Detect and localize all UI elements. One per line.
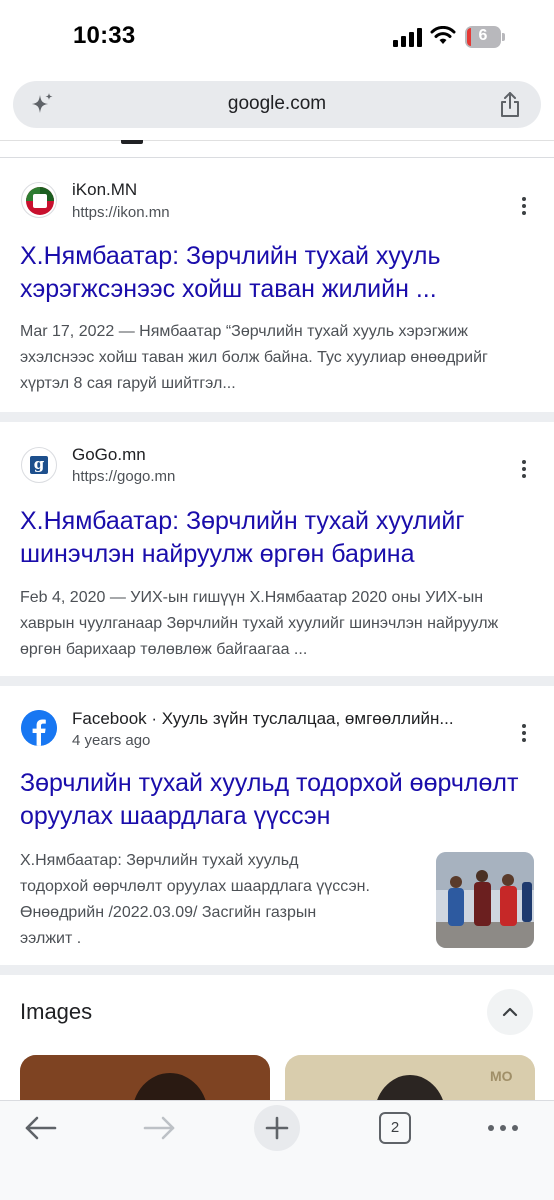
result-snippet: Mar 17, 2022 — Нямбаатар “Зөрчлийн тухай…	[20, 323, 488, 392]
forward-arrow-icon[interactable]	[140, 1108, 178, 1148]
gogo-favicon: g	[21, 447, 57, 483]
battery-level: 6	[478, 27, 488, 44]
tab-switcher-button[interactable]: 2	[379, 1112, 411, 1144]
status-time: 10:33	[73, 22, 136, 49]
more-vert-icon[interactable]	[512, 457, 536, 481]
wifi-icon	[430, 26, 456, 44]
status-bar: 10:33 6	[0, 0, 554, 70]
result-title-link[interactable]: Х.Нямбаатар: Зөрчлийн тухай хууль хэрэгж…	[20, 240, 520, 306]
image-result-1[interactable]	[20, 1055, 270, 1105]
result-separator	[0, 965, 554, 975]
images-section-title: Images	[20, 999, 93, 1024]
chevron-up-icon[interactable]	[487, 989, 533, 1035]
result-snippet: Х.Нямбаатар: Зөрчлийн тухай хуульд тодор…	[20, 852, 370, 947]
svg-text:MO: MO	[490, 1068, 513, 1084]
battery-indicator: 6	[465, 26, 505, 48]
gogo-logo-icon: g	[30, 456, 48, 474]
toolbar-divider	[0, 140, 554, 141]
new-tab-button[interactable]	[254, 1105, 300, 1151]
result-title-link[interactable]: Х.Нямбаатар: Зөрчлийн тухай хуулийг шинэ…	[20, 505, 520, 571]
image-result-2[interactable]: MO	[285, 1055, 535, 1105]
result-source-name[interactable]: GoGo.mn	[72, 445, 146, 465]
result-title-link[interactable]: Зөрчлийн тухай хуульд тодорхой өөрчлөлт …	[20, 767, 520, 833]
url-text[interactable]: google.com	[13, 93, 541, 115]
ikon-logo-icon	[26, 187, 54, 215]
facebook-logo-icon	[21, 710, 57, 746]
result-thumbnail-image[interactable]	[436, 852, 534, 948]
more-horiz-icon[interactable]	[486, 1108, 520, 1148]
more-vert-icon[interactable]	[512, 194, 536, 218]
address-bar[interactable]: google.com	[13, 81, 541, 128]
result-snippet: Feb 4, 2020 — УИХ-ын гишүүн Х.Нямбаатар …	[20, 589, 499, 658]
result-source-url[interactable]: https://gogo.mn	[72, 468, 175, 485]
collapse-images-button[interactable]	[487, 989, 533, 1035]
result-separator	[0, 676, 554, 686]
back-arrow-icon[interactable]	[22, 1108, 60, 1148]
results-top-divider	[0, 157, 554, 158]
result-source-name[interactable]: iKon.MN	[72, 180, 137, 200]
result-source-name[interactable]: Facebook · Хууль зүйн туслалцаа, өмгөөлл…	[72, 709, 492, 729]
plus-icon[interactable]	[254, 1105, 300, 1151]
result-source-url[interactable]: https://ikon.mn	[72, 204, 170, 221]
more-vert-icon[interactable]	[512, 721, 536, 745]
active-tab-indicator	[121, 140, 143, 144]
ikon-favicon	[21, 182, 57, 218]
facebook-favicon	[21, 710, 57, 746]
result-age: 4 years ago	[72, 732, 151, 749]
result-separator	[0, 412, 554, 422]
share-icon[interactable]	[498, 91, 522, 119]
cellular-signal-icon	[393, 28, 422, 47]
